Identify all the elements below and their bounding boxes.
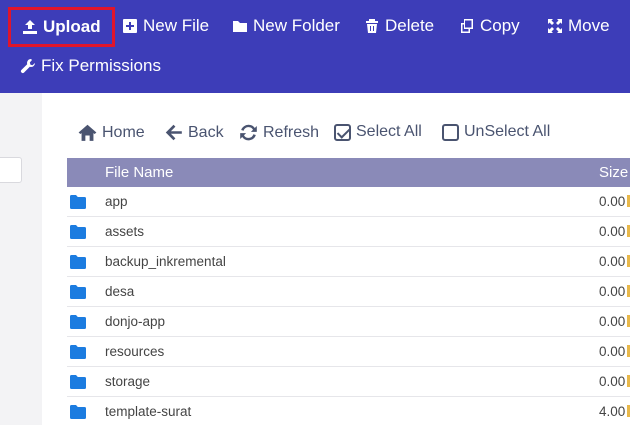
file-size: 0.00	[599, 314, 630, 329]
table-row[interactable]: storage 0.00	[67, 367, 630, 397]
table-row[interactable]: template-surat 4.00	[67, 397, 630, 425]
home-button-label: Home	[102, 123, 145, 141]
table-row[interactable]: resources 0.00	[67, 337, 630, 367]
table-row[interactable]: backup_inkremental 0.00	[67, 247, 630, 277]
move-button[interactable]: Move	[547, 14, 610, 38]
home-button[interactable]: Home	[78, 123, 145, 142]
folder-icon	[70, 315, 86, 329]
select-all-button[interactable]: Select All	[334, 123, 422, 141]
fix-permissions-button[interactable]: Fix Permissions	[20, 54, 161, 78]
table-header: File Name Size	[67, 158, 630, 187]
refresh-icon	[240, 124, 257, 141]
back-button-label: Back	[188, 123, 224, 141]
table-row[interactable]: app 0.00	[67, 187, 630, 217]
file-name[interactable]: app	[105, 194, 128, 209]
table-row[interactable]: assets 0.00	[67, 217, 630, 247]
folder-icon	[70, 345, 86, 359]
trash-icon	[366, 19, 378, 33]
copy-icon	[461, 19, 473, 33]
folder-icon	[70, 225, 86, 239]
file-size-value: 0.00	[599, 344, 626, 359]
file-size: 0.00	[599, 224, 630, 239]
arrow-left-icon	[165, 124, 182, 141]
file-size-value: 0.00	[599, 284, 626, 299]
fix-permissions-button-label: Fix Permissions	[41, 56, 161, 75]
file-size: 0.00	[599, 194, 630, 209]
file-size-value: 0.00	[599, 224, 626, 239]
file-name[interactable]: resources	[105, 344, 164, 359]
upload-button[interactable]: Upload	[8, 7, 115, 47]
empty-checkbox-icon	[442, 123, 459, 141]
file-table: File Name Size app 0.00 assets 0.00 backup_i…	[67, 158, 630, 425]
plus-square-icon	[123, 19, 137, 33]
file-size: 0.00	[599, 374, 630, 389]
refresh-button-label: Refresh	[263, 123, 320, 141]
folder-icon	[70, 375, 86, 389]
folder-icon	[70, 405, 86, 419]
upload-icon	[23, 20, 37, 34]
new-folder-button-label: New Folder	[253, 16, 340, 35]
folder-icon	[70, 285, 86, 299]
copy-button[interactable]: Copy	[459, 14, 520, 38]
file-size-value: 4.00	[599, 404, 626, 419]
move-button-label: Move	[568, 16, 610, 35]
refresh-button[interactable]: Refresh	[239, 123, 319, 142]
folder-icon	[233, 21, 247, 32]
new-file-button[interactable]: New File	[122, 14, 209, 38]
new-file-button-label: New File	[143, 16, 210, 35]
delete-button[interactable]: Delete	[364, 14, 434, 38]
select-all-button-label: Select All	[356, 123, 422, 140]
column-header-size[interactable]: Size	[599, 164, 628, 181]
copy-button-label: Copy	[480, 16, 520, 35]
file-size: 0.00	[599, 344, 630, 359]
unselect-all-button[interactable]: UnSelect All	[442, 123, 550, 141]
folder-icon	[70, 255, 86, 269]
unselect-all-button-label: UnSelect All	[464, 123, 551, 140]
file-size-value: 0.00	[599, 314, 626, 329]
file-size-value: 0.00	[599, 254, 626, 269]
file-size: 0.00	[599, 284, 630, 299]
new-folder-button[interactable]: New Folder	[232, 14, 340, 38]
back-button[interactable]: Back	[164, 123, 224, 142]
file-size: 4.00	[599, 404, 630, 419]
file-size: 0.00	[599, 254, 630, 269]
sidebar-input[interactable]	[0, 157, 22, 183]
column-header-file-name[interactable]: File Name	[105, 164, 173, 181]
home-icon	[78, 124, 97, 141]
file-name[interactable]: assets	[105, 224, 144, 239]
left-sidebar	[0, 93, 42, 425]
file-manager-toolbar: Upload New File New Folder Delete Copy M…	[0, 0, 630, 93]
folder-icon	[70, 195, 86, 209]
table-row[interactable]: donjo-app 0.00	[67, 307, 630, 337]
file-name[interactable]: donjo-app	[105, 314, 165, 329]
file-size-value: 0.00	[599, 374, 626, 389]
arrows-expand-icon	[548, 19, 562, 33]
file-size-value: 0.00	[599, 194, 626, 209]
table-row[interactable]: desa 0.00	[67, 277, 630, 307]
file-name[interactable]: desa	[105, 284, 134, 299]
upload-button-label: Upload	[43, 17, 101, 36]
wrench-icon	[20, 59, 35, 74]
delete-button-label: Delete	[385, 16, 435, 35]
file-name[interactable]: template-surat	[105, 404, 191, 419]
file-name[interactable]: backup_inkremental	[105, 254, 226, 269]
checked-checkbox-icon	[334, 123, 351, 141]
file-name[interactable]: storage	[105, 374, 150, 389]
table-body: app 0.00 assets 0.00 backup_inkremental 0.00 d…	[67, 187, 630, 425]
